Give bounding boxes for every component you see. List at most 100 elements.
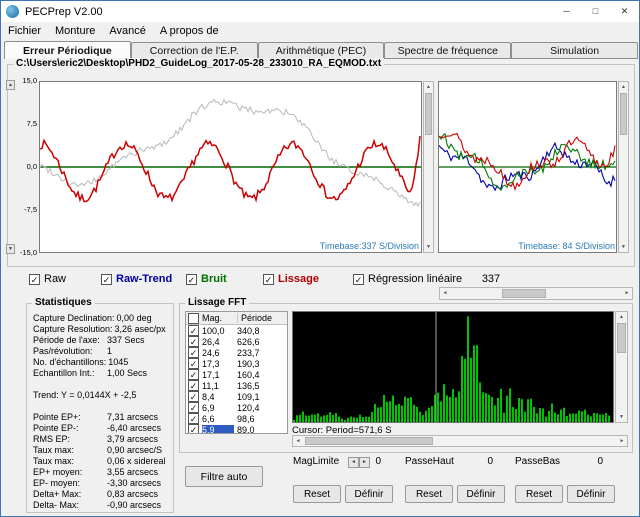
toggle-checkbox[interactable]: ✓ xyxy=(353,273,364,285)
stat-value: 3,26 asec/px xyxy=(114,324,166,334)
toggle-checkbox[interactable]: ✓ xyxy=(186,273,197,285)
fft-row-checkbox[interactable]: ✓ xyxy=(188,402,199,413)
toggle-lissage[interactable]: ✓ Lissage xyxy=(263,272,319,286)
statistics-list: Capture Declination: 0,00 deg Capture Reso… xyxy=(33,313,170,511)
fft-row-checkbox[interactable]: ✓ xyxy=(188,380,199,391)
stat-label: Delta- Max: xyxy=(33,500,80,510)
fft-table-header: Mag. Période xyxy=(186,312,287,325)
reset-button[interactable]: Reset xyxy=(515,485,563,503)
scroll-right-icon[interactable]: ► xyxy=(617,436,627,446)
stat-label: Taux max: xyxy=(33,445,75,455)
fft-vscrollbar[interactable]: ▲ ▼ xyxy=(615,311,628,423)
toggle-checkbox[interactable]: ✓ xyxy=(263,273,274,285)
app-icon xyxy=(6,5,19,18)
toggle-raw-trend[interactable]: ✓ Raw-Trend xyxy=(101,272,172,286)
scroll-up-icon[interactable]: ▲ xyxy=(619,82,628,92)
reset-button[interactable]: Reset xyxy=(293,485,341,503)
side-chart[interactable] xyxy=(438,81,617,253)
stat-label: Capture Declination: xyxy=(33,313,115,323)
tab-simulation[interactable]: Simulation xyxy=(511,42,638,59)
toggle-checkbox[interactable]: ✓ xyxy=(29,273,40,285)
toggle-bruit[interactable]: ✓ Bruit xyxy=(186,272,227,286)
scrollbar-thumb[interactable] xyxy=(425,93,432,135)
scrollbar-thumb[interactable] xyxy=(502,289,546,298)
fft-table-row[interactable]: ✓ 17,3 190,3 xyxy=(186,358,287,369)
fft-table-row[interactable]: ✓ 5,9 89,0 xyxy=(186,424,287,433)
fft-row-period: 626,6 xyxy=(237,336,260,347)
fft-table[interactable]: Mag. Période ✓ 100,0 340,8 ✓ 26,4 626,6 ✓ 24,6 233… xyxy=(185,311,288,434)
y-scale-down-button[interactable]: ▼ xyxy=(6,244,15,254)
toggle-raw[interactable]: ✓ Raw xyxy=(29,272,66,286)
y-axis-tick: 0,0 xyxy=(26,162,37,171)
fft-row-checkbox[interactable]: ✓ xyxy=(188,336,199,347)
timebase-value: 337 xyxy=(481,273,501,285)
fft-table-row[interactable]: ✓ 100,0 340,8 xyxy=(186,325,287,336)
scroll-down-icon[interactable]: ▼ xyxy=(616,412,627,422)
fft-spectrum[interactable] xyxy=(292,311,614,423)
scroll-up-icon[interactable]: ▲ xyxy=(616,312,627,322)
reset-button[interactable]: Reset xyxy=(405,485,453,503)
fft-row-checkbox[interactable]: ✓ xyxy=(188,369,199,380)
definir-button[interactable]: Définir xyxy=(457,485,505,503)
stat-value: -3,30 arcsecs xyxy=(107,478,162,488)
toggle-label: Raw-Trend xyxy=(116,273,173,285)
definir-button[interactable]: Définir xyxy=(567,485,615,503)
fft-select-all-checkbox[interactable] xyxy=(188,312,199,324)
scroll-right-icon[interactable]: ► xyxy=(622,288,632,299)
toggle-checkbox[interactable]: ✓ xyxy=(101,273,112,285)
fft-row-checkbox[interactable]: ✓ xyxy=(188,413,199,424)
tab-spectre-de-frequence[interactable]: Spectre de fréquence xyxy=(384,42,512,59)
menu-monture[interactable]: Monture xyxy=(48,23,102,39)
maximize-button[interactable]: □ xyxy=(581,1,610,22)
scrollbar-thumb[interactable] xyxy=(617,323,626,353)
y-scale-up-button[interactable]: ▲ xyxy=(6,80,15,90)
menu-fichier[interactable]: Fichier xyxy=(1,23,48,39)
timebase-scrollbar[interactable]: ◄ ► xyxy=(439,287,633,300)
stat-row: Capture Resolution: 3,26 asec/px xyxy=(33,324,170,335)
toggle-regression-lineaire[interactable]: ✓ Régression linéaire xyxy=(353,272,462,286)
fft-hscrollbar[interactable]: ◄ ► xyxy=(292,435,628,447)
stat-value: 3,79 arcsecs xyxy=(107,434,159,444)
window-title: PECPrep V2.00 xyxy=(25,5,103,18)
fft-row-checkbox[interactable]: ✓ xyxy=(188,347,199,358)
main-chart-vscrollbar[interactable]: ▲ ▼ xyxy=(423,81,434,253)
tab-correction-de-l-e-p[interactable]: Correction de l'E.P. xyxy=(130,42,258,59)
fft-row-checkbox[interactable]: ✓ xyxy=(188,424,199,433)
scrollbar-thumb[interactable] xyxy=(620,93,627,135)
tab-erreur-periodique[interactable]: Erreur Périodique xyxy=(4,41,131,59)
y-axis-tick: 15,0 xyxy=(22,76,37,85)
tab-arithmetique-pec[interactable]: Arithmétique (PEC) xyxy=(257,42,385,59)
stat-value: 0,00 deg xyxy=(116,313,152,323)
close-button[interactable]: ✕ xyxy=(610,1,639,22)
fft-table-row[interactable]: ✓ 8,4 109,1 xyxy=(186,391,287,402)
fft-control-value: 0 xyxy=(597,456,603,467)
main-chart[interactable] xyxy=(39,81,422,253)
fft-row-checkbox[interactable]: ✓ xyxy=(188,358,199,369)
fft-row-checkbox[interactable]: ✓ xyxy=(188,325,199,336)
fft-table-row[interactable]: ✓ 11,1 136,5 xyxy=(186,380,287,391)
scroll-left-icon[interactable]: ◄ xyxy=(293,436,303,446)
menu-a-propos-de[interactable]: A propos de xyxy=(153,23,226,39)
scrollbar-thumb[interactable] xyxy=(305,437,433,445)
fft-table-row[interactable]: ✓ 24,6 233,7 xyxy=(186,347,287,358)
auto-filter-button[interactable]: Filtre auto xyxy=(185,466,263,487)
stat-value: -6,40 arcsecs xyxy=(107,423,162,433)
fft-table-row[interactable]: ✓ 6,9 120,4 xyxy=(186,402,287,413)
scroll-left-icon[interactable]: ◄ xyxy=(440,288,450,299)
menu-bar: Fichier Monture Avancé A propos de xyxy=(1,22,639,40)
spin-left-icon[interactable]: ◄ xyxy=(348,457,359,468)
fft-table-row[interactable]: ✓ 6,6 98,6 xyxy=(186,413,287,424)
toggle-label: Raw xyxy=(44,273,67,285)
scroll-down-icon[interactable]: ▼ xyxy=(619,242,628,252)
fft-table-row[interactable]: ✓ 17,1 160,4 xyxy=(186,369,287,380)
minimize-button[interactable]: ─ xyxy=(552,1,581,22)
fft-table-row[interactable]: ✓ 26,4 626,6 xyxy=(186,336,287,347)
scroll-down-icon[interactable]: ▼ xyxy=(424,242,433,252)
side-chart-vscrollbar[interactable]: ▲ ▼ xyxy=(618,81,629,253)
definir-button[interactable]: Définir xyxy=(345,485,393,503)
stat-row: Pointe EP-: -6,40 arcsecs xyxy=(33,423,170,434)
fft-row-checkbox[interactable]: ✓ xyxy=(188,391,199,402)
stat-label: Trend: Y = 0,0144X + -2,5 xyxy=(33,390,137,400)
menu-avance[interactable]: Avancé xyxy=(102,23,153,39)
scroll-up-icon[interactable]: ▲ xyxy=(424,82,433,92)
